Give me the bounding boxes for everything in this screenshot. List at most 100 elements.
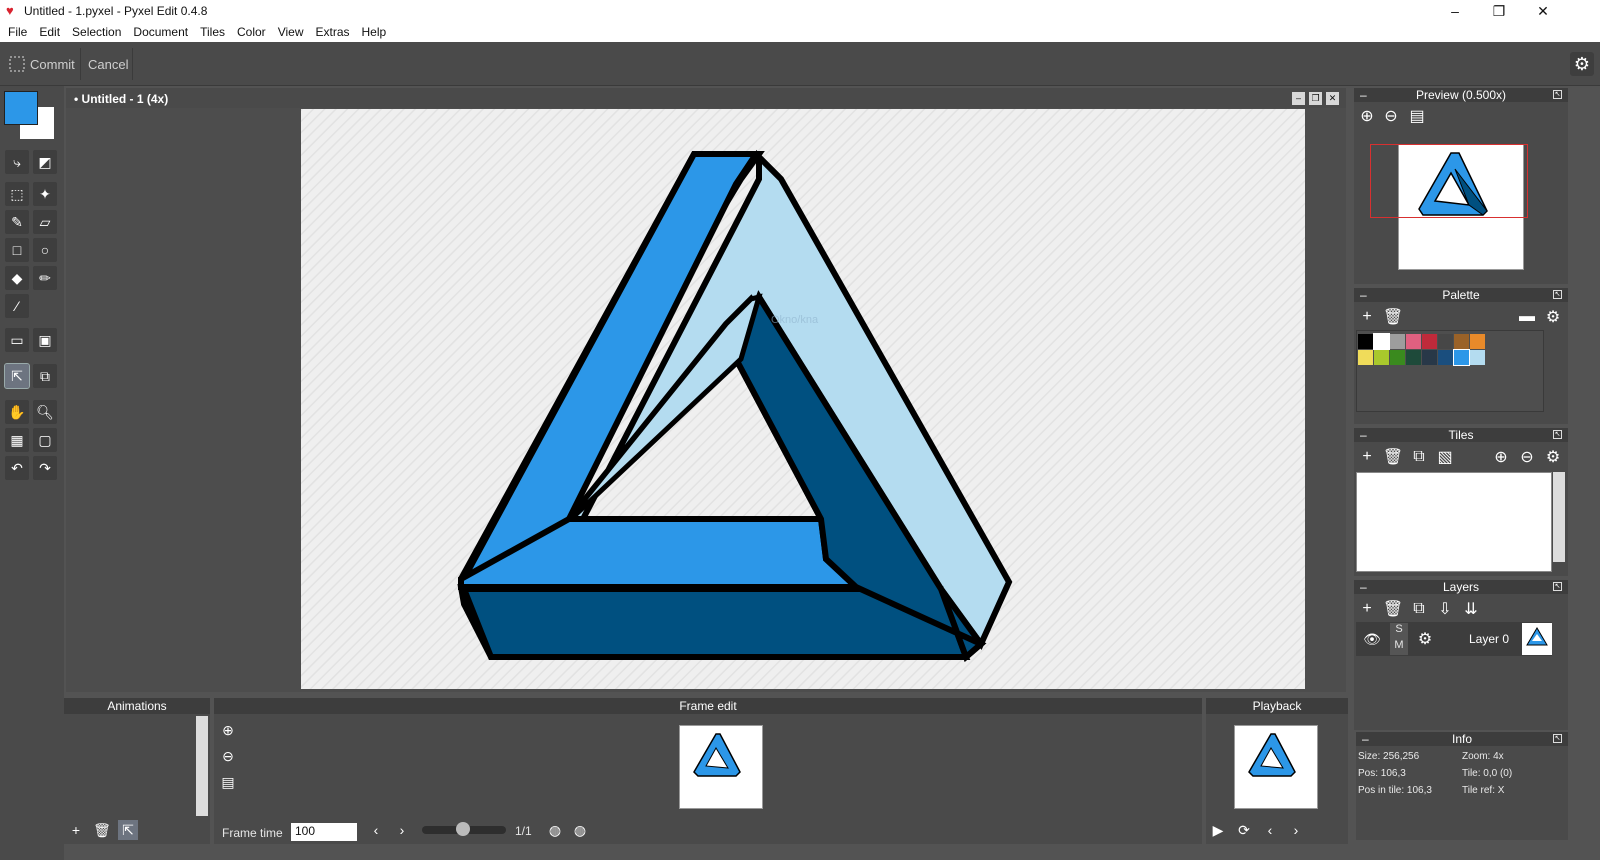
tiles-zoom-out-icon[interactable]: ⊖ — [1516, 446, 1538, 468]
menu-edit[interactable]: Edit — [33, 25, 66, 39]
previous-frame-icon[interactable]: ‹ — [366, 820, 386, 840]
frame-fit-icon[interactable]: ▤ — [218, 772, 238, 792]
close-button[interactable]: ✕ — [1520, 0, 1566, 22]
add-layer-icon[interactable]: + — [1356, 598, 1378, 620]
panel-pin-icon[interactable]: ↖ — [1553, 90, 1562, 99]
layer-visibility-eye-icon[interactable]: 👁︎ — [1356, 622, 1388, 656]
panel-pin-icon[interactable]: ↖ — [1553, 734, 1562, 743]
move-selection-tool-icon[interactable]: ⇱ — [4, 363, 30, 389]
pencil-tool-icon[interactable]: ✎ — [5, 210, 29, 234]
cancel-button[interactable]: Cancel — [88, 50, 128, 78]
menu-tiles[interactable]: Tiles — [194, 25, 231, 39]
tile-select-tool-icon[interactable]: ▣ — [33, 328, 57, 352]
layer-settings-gear-icon[interactable]: ⚙ — [1414, 628, 1436, 650]
frame-zoom-in-icon[interactable]: ⊕ — [218, 720, 238, 740]
rect-select-tool-icon[interactable]: ⬚ — [5, 182, 29, 206]
delete-color-icon[interactable]: 🗑︎ — [1382, 306, 1404, 328]
menu-file[interactable]: File — [2, 25, 33, 39]
play-icon[interactable]: ▶ — [1208, 820, 1228, 840]
panel-pin-icon[interactable]: ↖ — [1553, 290, 1562, 299]
frame-thumbnail[interactable] — [679, 725, 763, 809]
frame-zoom-out-icon[interactable]: ⊖ — [218, 746, 238, 766]
add-tile-icon[interactable]: + — [1356, 446, 1378, 468]
palette-swatch[interactable] — [1390, 334, 1405, 349]
palette-swatch[interactable] — [1406, 334, 1421, 349]
magic-wand-tool-icon[interactable]: ✦ — [33, 182, 57, 206]
tile-grid-toggle-icon[interactable]: ▢ — [33, 428, 57, 452]
tiles-settings-gear-icon[interactable]: ⚙ — [1542, 446, 1564, 468]
clear-tile-icon[interactable]: ▧ — [1434, 446, 1456, 468]
menu-selection[interactable]: Selection — [66, 25, 127, 39]
palette-swatch[interactable] — [1390, 350, 1405, 365]
settings-gear-icon[interactable]: ⚙ — [1570, 52, 1594, 76]
tiles-list[interactable] — [1356, 472, 1552, 572]
minimize-button[interactable]: – — [1432, 0, 1478, 22]
hand-tool-icon[interactable]: ✋ — [5, 400, 29, 424]
doc-minimize-button[interactable]: – — [1292, 92, 1305, 105]
palette-swatch[interactable] — [1438, 334, 1453, 349]
swap-colors-icon[interactable]: ⤷ — [5, 150, 29, 174]
ellipse-tool-icon[interactable]: ○ — [33, 238, 57, 262]
playback-next-icon[interactable]: › — [1286, 820, 1306, 840]
undo-icon[interactable]: ↶ — [5, 456, 29, 480]
tile-stamp-tool-icon[interactable]: ▭ — [5, 328, 29, 352]
playback-prev-icon[interactable]: ‹ — [1260, 820, 1280, 840]
merge-layer-down-icon[interactable]: ⇩ — [1434, 598, 1456, 620]
transform-tool-icon[interactable]: ⧉ — [33, 364, 57, 388]
grid-toggle-icon[interactable]: ▦ — [5, 428, 29, 452]
merge-all-layers-icon[interactable]: ⇊ — [1460, 598, 1482, 620]
delete-tile-icon[interactable]: 🗑︎ — [1382, 446, 1404, 468]
panel-pin-icon[interactable]: ↖ — [1553, 430, 1562, 439]
fill-bucket-tool-icon[interactable]: ◆ — [5, 266, 29, 290]
frame-slider-thumb[interactable] — [456, 822, 470, 836]
tiles-zoom-in-icon[interactable]: ⊕ — [1490, 446, 1512, 468]
fit-view-icon[interactable]: ▤ — [1406, 105, 1428, 127]
rectangle-tool-icon[interactable]: □ — [5, 238, 29, 262]
zoom-out-icon[interactable]: ⊖ — [1380, 105, 1402, 127]
zoom-in-icon[interactable]: ⊕ — [1356, 105, 1378, 127]
doc-restore-button[interactable]: ❐ — [1309, 92, 1322, 105]
eraser-tool-icon[interactable]: ▱ — [33, 210, 57, 234]
palette-swatch[interactable] — [1422, 350, 1437, 365]
color-replace-tool-icon[interactable]: ✏ — [33, 266, 57, 290]
palette-swatch[interactable] — [1406, 350, 1421, 365]
panel-minimize-icon[interactable]: – — [1360, 89, 1367, 101]
menu-extras[interactable]: Extras — [309, 25, 355, 39]
menu-help[interactable]: Help — [356, 25, 393, 39]
layer-row[interactable]: 👁︎ S M ⚙ Layer 0 — [1356, 622, 1552, 656]
palette-swatch[interactable] — [1374, 350, 1389, 365]
frame-time-input[interactable]: 100 — [291, 823, 357, 841]
layer-mute-button[interactable]: M — [1390, 639, 1408, 655]
menu-document[interactable]: Document — [127, 25, 194, 39]
next-frame-icon[interactable]: › — [392, 820, 412, 840]
palette-swatch[interactable] — [1453, 349, 1470, 366]
palette-settings-gear-icon[interactable]: ⚙ — [1542, 306, 1564, 328]
tiles-vertical-scrollbar[interactable] — [1553, 472, 1565, 562]
duplicate-tile-icon[interactable]: ⧉ — [1408, 446, 1430, 468]
add-animation-icon[interactable]: + — [66, 820, 86, 840]
commit-button[interactable]: Commit — [8, 50, 75, 78]
eyedropper-tool-icon[interactable]: ⁄ — [5, 294, 29, 318]
panel-minimize-icon[interactable]: – — [1360, 289, 1367, 301]
palette-swatch[interactable] — [1454, 334, 1469, 349]
loop-icon[interactable]: ⟳ — [1234, 820, 1254, 840]
animations-scrollbar[interactable] — [196, 716, 208, 816]
palette-swatch[interactable] — [1470, 334, 1485, 349]
menu-view[interactable]: View — [272, 25, 310, 39]
palette-swatch[interactable] — [1358, 334, 1373, 349]
layer-solo-button[interactable]: S — [1390, 623, 1408, 639]
preview-viewport-rect[interactable] — [1370, 144, 1528, 218]
palette-colors-icon[interactable]: ▬ — [1516, 306, 1538, 328]
zoom-tool-icon[interactable]: 🔍︎ — [33, 400, 57, 424]
doc-close-button[interactable]: ✕ — [1326, 92, 1339, 105]
palette-swatch[interactable] — [1422, 334, 1437, 349]
delete-layer-icon[interactable]: 🗑︎ — [1382, 598, 1404, 620]
panel-minimize-icon[interactable]: – — [1360, 429, 1367, 441]
palette-swatch[interactable] — [1358, 350, 1373, 365]
redo-icon[interactable]: ↷ — [33, 456, 57, 480]
palette-swatch[interactable] — [1470, 350, 1485, 365]
primary-color-swatch[interactable] — [4, 91, 38, 125]
onion-skin-next-icon[interactable]: ◍ — [570, 820, 590, 840]
onion-skin-prev-icon[interactable]: ◍ — [545, 820, 565, 840]
panel-minimize-icon[interactable]: – — [1362, 733, 1369, 745]
